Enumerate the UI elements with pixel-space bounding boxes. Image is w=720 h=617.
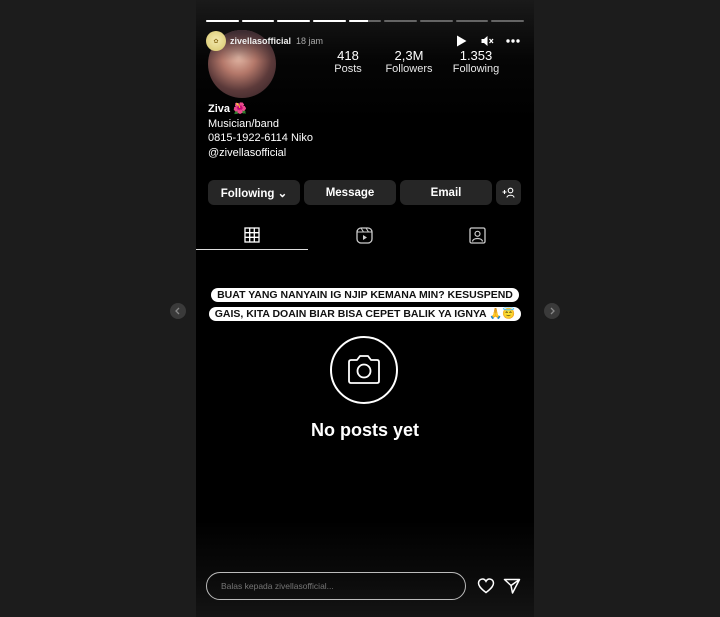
play-icon <box>456 35 466 47</box>
caption-line-2: GAIS, KITA DOAIN BIAR BISA CEPET BALIK Y… <box>214 307 516 320</box>
progress-segment <box>491 20 525 22</box>
story-header: ✿ zivellasofficial 18 jam <box>206 31 323 51</box>
profile-bio: Ziva 🌺 Musician/band 0815-1922-6114 Niko… <box>208 102 313 160</box>
profile-tabs <box>196 220 534 250</box>
chevron-left-icon <box>175 307 180 315</box>
mute-button[interactable] <box>480 34 494 48</box>
story-progress <box>206 20 525 22</box>
progress-segment-fill <box>348 20 369 22</box>
following-button[interactable]: Following ⌄ <box>208 180 300 205</box>
like-story-button[interactable] <box>477 577 495 595</box>
story-username[interactable]: zivellasofficial <box>230 36 291 46</box>
reply-input[interactable] <box>206 572 466 600</box>
caption-line-1: BUAT YANG NANYAIN IG NJIP KEMANA MIN? KE… <box>217 289 513 301</box>
progress-segment <box>277 20 311 22</box>
profile-stats: 418 Posts 2,3M Followers 1.353 Following <box>326 48 514 75</box>
posts-label: Posts <box>334 63 362 75</box>
tagged-icon <box>469 226 486 244</box>
camera-icon <box>348 355 380 384</box>
story-caption: BUAT YANG NANYAIN IG NJIP KEMANA MIN? KE… <box>206 285 524 322</box>
play-button[interactable] <box>454 34 468 48</box>
progress-segment-fill <box>277 20 311 22</box>
progress-segment-fill <box>241 20 275 22</box>
story-frame: ✿ zivellasofficial 18 jam 418 Posts 2,3M… <box>196 0 534 617</box>
progress-segment <box>348 20 382 22</box>
progress-segment <box>420 20 453 22</box>
stat-posts[interactable]: 418 Posts <box>326 48 370 75</box>
progress-segment-fill <box>206 20 239 22</box>
story-time: 18 jam <box>296 36 324 46</box>
progress-segment <box>384 20 418 22</box>
next-story-button[interactable] <box>544 303 560 319</box>
story-controls <box>454 34 520 48</box>
progress-segment <box>241 20 275 22</box>
followers-count: 2,3M <box>394 48 424 63</box>
profile-actions: Following ⌄ Message Email <box>208 180 521 205</box>
posts-count: 418 <box>337 48 359 63</box>
send-icon <box>503 578 521 594</box>
profile-category: Musician/band <box>208 117 279 130</box>
followers-label: Followers <box>385 63 433 75</box>
empty-state-text: No posts yet <box>310 420 420 440</box>
tab-reels[interactable] <box>308 220 421 250</box>
empty-posts-camera <box>330 336 398 404</box>
following-label: Following <box>452 63 500 75</box>
message-button[interactable]: Message <box>304 180 396 205</box>
progress-segment <box>455 20 489 22</box>
profile-contact: 0815-1922-6114 Niko <box>208 132 313 144</box>
more-icon <box>506 39 520 43</box>
chevron-right-icon <box>550 307 555 315</box>
email-button[interactable]: Email <box>400 180 492 205</box>
stat-following[interactable]: 1.353 Following <box>448 48 504 75</box>
tab-posts-grid[interactable] <box>196 220 308 250</box>
add-user-icon <box>502 187 515 198</box>
progress-segment-fill <box>313 20 346 22</box>
story-author-avatar[interactable]: ✿ <box>206 31 226 51</box>
mute-icon <box>481 36 493 46</box>
previous-story-button[interactable] <box>170 303 186 319</box>
heart-icon <box>477 578 495 594</box>
progress-segment <box>206 20 239 22</box>
progress-segment <box>313 20 346 22</box>
following-count: 1.353 <box>459 48 493 63</box>
reels-icon <box>356 226 373 244</box>
stat-followers[interactable]: 2,3M Followers <box>380 48 438 75</box>
suggest-user-button[interactable] <box>496 180 521 205</box>
more-options-button[interactable] <box>506 34 520 48</box>
tab-tagged[interactable] <box>421 220 534 250</box>
profile-handle[interactable]: @zivellasofficial <box>208 146 313 161</box>
grid-icon <box>244 227 260 243</box>
profile-name: Ziva 🌺 <box>208 103 247 115</box>
share-story-button[interactable] <box>503 577 521 595</box>
